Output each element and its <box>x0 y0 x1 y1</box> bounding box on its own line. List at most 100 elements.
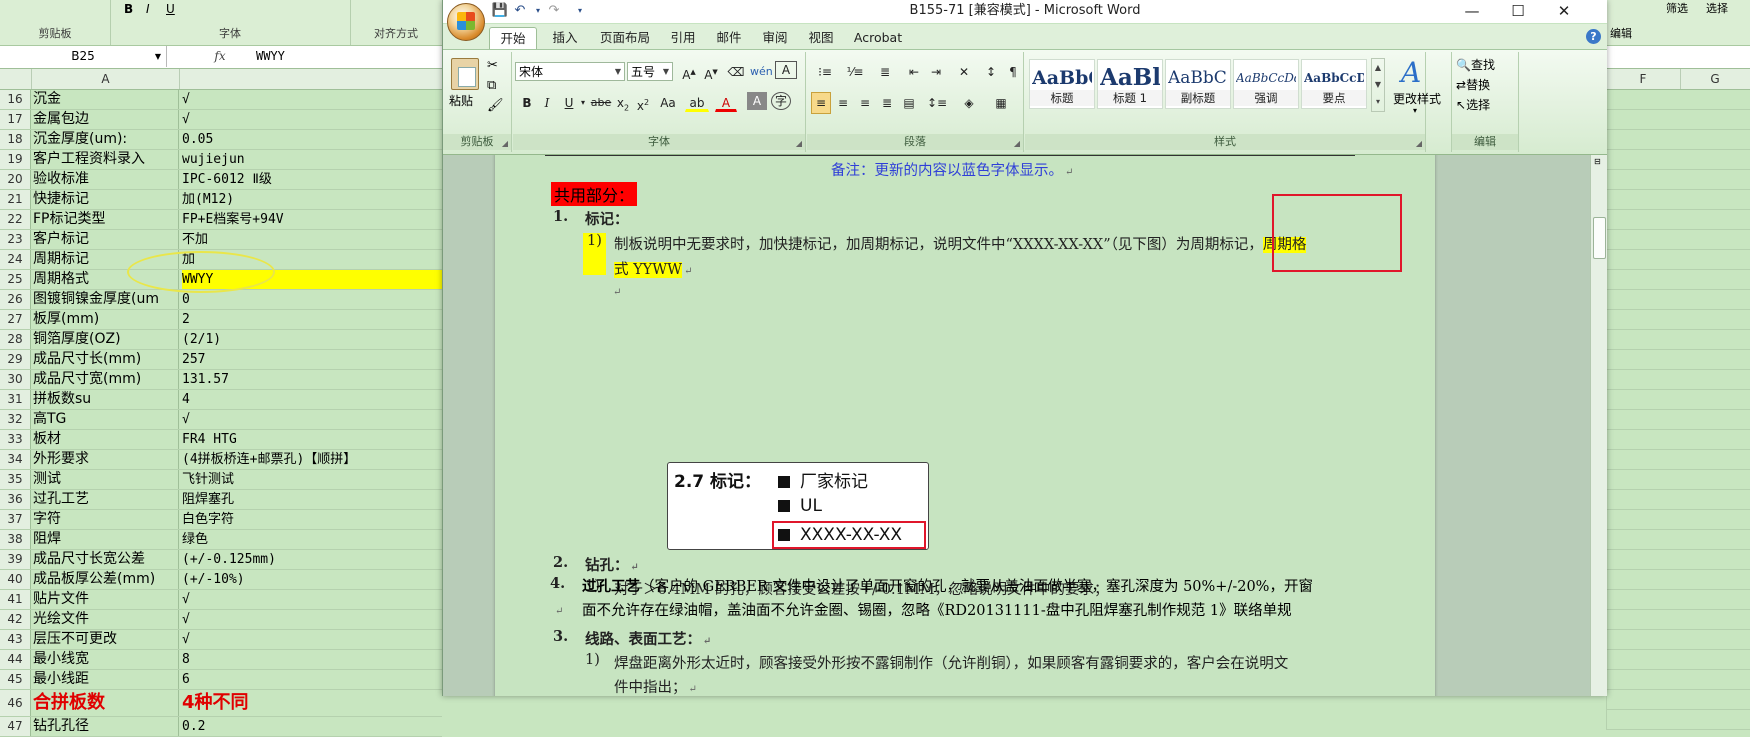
row-header[interactable]: 37 <box>0 510 31 529</box>
cell-b[interactable]: 4种不同 <box>182 690 442 716</box>
superscript-icon[interactable]: x2 <box>633 92 653 114</box>
column-header-f[interactable]: F <box>1606 69 1681 89</box>
cell-a[interactable]: 成品尺寸长(mm) <box>33 350 179 369</box>
empty-cell-row[interactable] <box>1606 330 1750 350</box>
cell-a[interactable]: 合拼板数 <box>33 690 179 716</box>
style-subtitle[interactable]: AaBbC(副标题 <box>1165 59 1231 109</box>
style-heading1[interactable]: AaBl 标题 1 <box>1097 59 1163 109</box>
cell-a[interactable]: 客户标记 <box>33 230 179 249</box>
cell-b[interactable]: 加(M12) <box>182 190 442 209</box>
empty-cell-row[interactable] <box>1606 290 1750 310</box>
empty-cell-row[interactable] <box>1606 510 1750 530</box>
launcher-icon[interactable]: ◢ <box>502 139 508 148</box>
filter-button[interactable]: 筛选 <box>1666 0 1688 16</box>
cell-a[interactable]: 铜箔厚度(OZ) <box>33 330 179 349</box>
minimize-button[interactable]: — <box>1449 0 1495 23</box>
bold-icon[interactable]: B <box>517 92 537 114</box>
italic-icon[interactable]: I <box>537 92 557 114</box>
multilevel-list-icon[interactable]: ≣ <box>871 61 899 83</box>
empty-cell-row[interactable] <box>1606 710 1750 730</box>
bold-icon[interactable]: B <box>124 2 133 16</box>
cell-a[interactable]: 字符 <box>33 510 179 529</box>
italic-icon[interactable]: I <box>146 2 150 16</box>
underline-icon[interactable]: U <box>166 2 175 16</box>
phonetic-guide-icon[interactable]: wén <box>749 61 773 83</box>
cell-a[interactable]: 金属包边 <box>33 110 179 129</box>
cut-icon[interactable]: ✂ <box>487 58 498 73</box>
change-styles-icon[interactable]: A <box>1401 56 1421 89</box>
tab-review[interactable]: 审阅 <box>755 27 795 48</box>
char-border-icon[interactable]: A <box>775 61 797 79</box>
row-header[interactable]: 22 <box>0 210 31 229</box>
bullets-icon[interactable]: ⁝≡ <box>811 61 839 83</box>
cell-b[interactable]: 8 <box>182 650 442 669</box>
empty-cell-row[interactable] <box>1606 670 1750 690</box>
cell-a[interactable]: 高TG <box>33 410 179 429</box>
empty-cell-row[interactable] <box>1606 630 1750 650</box>
row-header[interactable]: 25 <box>0 270 31 289</box>
cell-b[interactable]: (+/-0.125mm) <box>182 550 442 569</box>
cell-b[interactable]: 白色字符 <box>182 510 442 529</box>
row-header[interactable]: 27 <box>0 310 31 329</box>
row-header[interactable]: 32 <box>0 410 31 429</box>
empty-cell-row[interactable] <box>1606 150 1750 170</box>
shading-icon[interactable]: ◈ <box>955 92 983 114</box>
row-header[interactable]: 46 <box>0 690 31 716</box>
row-header[interactable]: 31 <box>0 390 31 409</box>
row-header[interactable]: 24 <box>0 250 31 269</box>
cell-a[interactable]: 最小线距 <box>33 670 179 689</box>
cell-b[interactable]: 0.05 <box>182 130 442 149</box>
empty-cell-row[interactable] <box>1606 130 1750 150</box>
empty-cell-row[interactable] <box>1606 650 1750 670</box>
cell-a[interactable]: 光绘文件 <box>33 610 179 629</box>
highlight-icon[interactable]: ab <box>685 92 709 112</box>
cell-b[interactable]: IPC-6012 Ⅱ级 <box>182 170 442 189</box>
cell-b[interactable]: √ <box>182 610 442 629</box>
fx-icon[interactable]: fx <box>200 46 240 67</box>
format-painter-icon[interactable]: 🖌 <box>487 98 504 113</box>
justify-icon[interactable]: ≣ <box>877 92 897 114</box>
cell-a[interactable]: 客户工程资料录入 <box>33 150 179 169</box>
cell-a[interactable]: 外形要求 <box>33 450 179 469</box>
row-header[interactable]: 36 <box>0 490 31 509</box>
maximize-button[interactable]: ☐ <box>1495 0 1541 23</box>
empty-cell-row[interactable] <box>1606 370 1750 390</box>
cell-b[interactable]: 2 <box>182 310 442 329</box>
tab-insert[interactable]: 插入 <box>543 27 587 48</box>
cell-b[interactable]: √ <box>182 630 442 649</box>
cell-a[interactable]: 快捷标记 <box>33 190 179 209</box>
empty-cell-row[interactable] <box>1606 430 1750 450</box>
row-header[interactable]: 33 <box>0 430 31 449</box>
cell-b[interactable]: 131.57 <box>182 370 442 389</box>
empty-cell-row[interactable] <box>1606 410 1750 430</box>
row-header[interactable]: 21 <box>0 190 31 209</box>
cell-a[interactable]: 沉金厚度(um): <box>33 130 179 149</box>
row-header[interactable]: 47 <box>0 717 31 736</box>
cell-b[interactable]: wujiejun <box>182 150 442 169</box>
empty-cell-row[interactable] <box>1606 110 1750 130</box>
close-button[interactable]: ✕ <box>1541 0 1587 23</box>
style-title[interactable]: AaBbC(标题 <box>1029 59 1095 109</box>
empty-cell-row[interactable] <box>1606 230 1750 250</box>
empty-cell-row[interactable] <box>1606 490 1750 510</box>
empty-cell-row[interactable] <box>1606 610 1750 630</box>
paste-icon[interactable] <box>451 58 479 90</box>
empty-cell-row[interactable] <box>1606 350 1750 370</box>
column-header-a[interactable]: A <box>32 69 180 89</box>
empty-cell-row[interactable] <box>1606 270 1750 290</box>
cell-b[interactable]: FP+E档案号+94V <box>182 210 442 229</box>
empty-cell-row[interactable] <box>1606 590 1750 610</box>
office-button[interactable] <box>447 3 485 41</box>
save-icon[interactable]: 💾 <box>491 2 509 20</box>
cell-a[interactable]: 拼板数su <box>33 390 179 409</box>
show-marks-icon[interactable]: ¶ <box>1003 61 1023 83</box>
empty-cell-row[interactable] <box>1606 310 1750 330</box>
cell-a[interactable]: FP标记类型 <box>33 210 179 229</box>
column-header-b[interactable] <box>180 69 443 89</box>
tab-acrobat[interactable]: Acrobat <box>847 27 909 48</box>
cell-a[interactable]: 最小线宽 <box>33 650 179 669</box>
empty-cell-row[interactable] <box>1606 570 1750 590</box>
empty-cell-row[interactable] <box>1606 210 1750 230</box>
row-header[interactable]: 16 <box>0 90 31 109</box>
cell-a[interactable]: 过孔工艺 <box>33 490 179 509</box>
